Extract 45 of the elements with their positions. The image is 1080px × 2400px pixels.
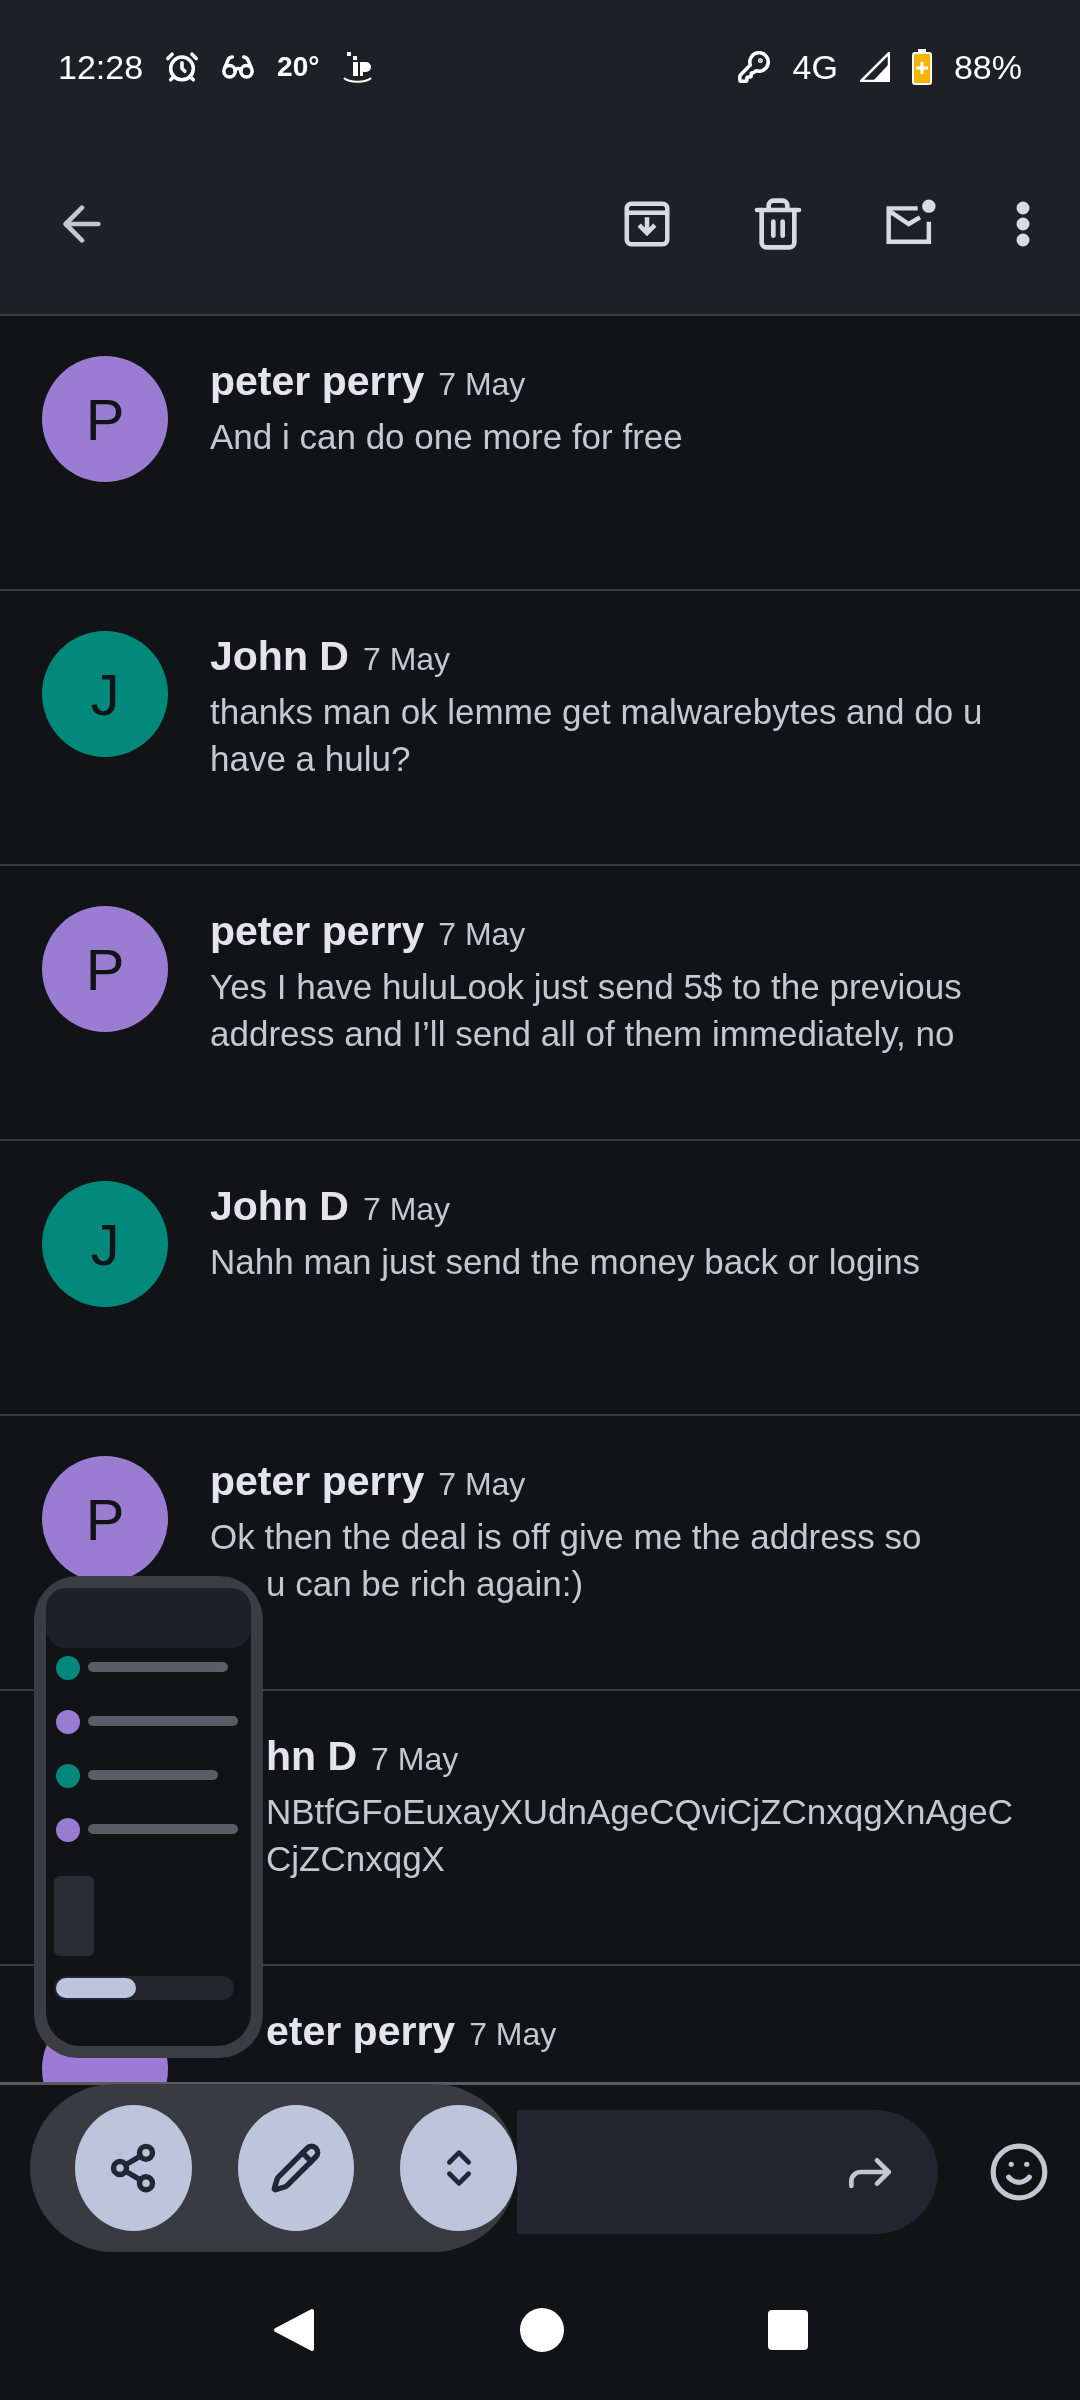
message-text: address and I’ll send all of them immediately, no [210,1013,955,1055]
sender-name: John D [210,633,349,680]
message-date: 7 May [371,1741,459,1778]
message-date: 7 May [362,1191,451,1228]
message-date: 7 May [469,2016,557,2053]
message-text: thanks man ok lemme get malwarebytes and do u [210,691,983,733]
sender-name: hn D [266,1733,358,1780]
message-text: Nahh man just send the money back or logins [210,1241,921,1283]
message-text: Yes I have huluLook just send 5$ to the previous [210,966,962,1008]
signal-icon [859,52,890,82]
message-text: NBtfGFoEuxayXUdnAgeCQviCjZCnxqgXnAgeC [265,1791,1013,1833]
avatar: J [42,1181,168,1307]
message-item[interactable]: P peter perry 7 May Yes I have huluLook just send 5$ to the previous address and I’ll send all of them immediately, no [0,866,1080,1141]
message-item[interactable]: J John D 7 May Nahh man just send the money back or logins [0,1141,1080,1416]
reply-field[interactable] [517,2110,938,2234]
sender-name: eter perry [266,2008,456,2055]
message-text: And i can do one more for free [210,416,683,458]
message-date: 7 May [438,366,526,403]
message-date: 7 May [438,916,526,953]
app-icon [341,50,374,84]
message-item[interactable]: P peter perry 7 May And i can do one more for free [0,316,1080,591]
temperature: 20° [277,51,320,83]
message-text: Ok then the deal is off give me the address so [210,1516,922,1558]
battery-icon [911,49,932,85]
avatar: P [42,356,168,482]
message-date: 7 May [362,641,451,678]
avatar: J [42,631,168,757]
message-text: have a hulu? [210,738,411,780]
sender-name: peter perry [210,1458,425,1505]
message-date: 7 May [438,1466,526,1503]
sender-name: peter perry [210,358,425,405]
key-icon [736,50,771,84]
network-type: 4G [792,47,838,87]
avatar: P [42,906,168,1032]
message-item[interactable]: J John D 7 May thanks man ok lemme get malwarebytes and do u have a hulu? [0,591,1080,866]
sender-name: peter perry [210,908,425,955]
sender-name: John D [210,1183,349,1230]
message-text: CjZCnxqgX [265,1838,445,1880]
message-text: u can be rich again:) [265,1563,584,1605]
more-icon [1016,201,1030,247]
alarm-icon [165,50,200,84]
pencil-icon [270,2142,322,2194]
clock-time: 12:28 [58,47,144,87]
smiley-icon [988,2141,1050,2203]
battery-percent: 88% [953,47,1022,87]
